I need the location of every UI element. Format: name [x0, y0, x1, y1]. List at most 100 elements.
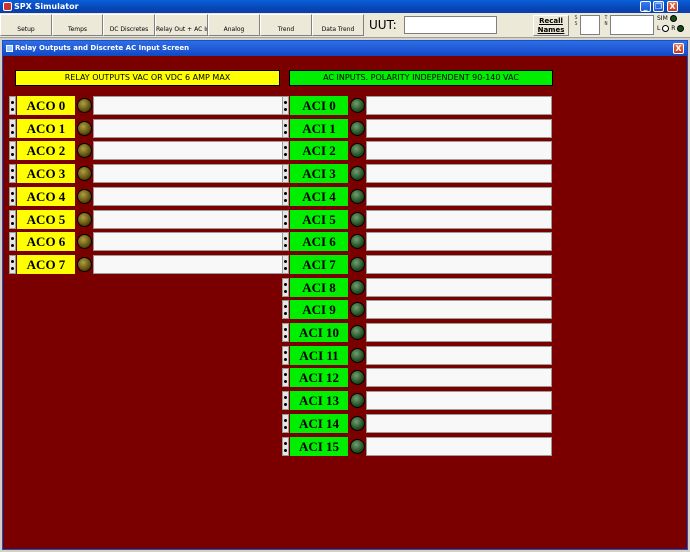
channel-field[interactable]	[366, 436, 552, 456]
window-close-button[interactable]: X	[673, 43, 684, 54]
row-handle-icon[interactable]	[282, 345, 289, 365]
row-handle-icon[interactable]	[282, 118, 289, 138]
status-led-icon[interactable]	[350, 234, 365, 250]
channel-field[interactable]	[366, 141, 552, 161]
close-button[interactable]: X	[667, 1, 678, 12]
status-led-icon[interactable]	[350, 256, 365, 272]
channel-field[interactable]	[366, 391, 552, 411]
dc-discretes-button[interactable]: DC Discretes	[103, 14, 155, 36]
channel-label: ACO 4	[17, 186, 75, 206]
l-label: L	[657, 25, 661, 32]
row-handle-icon[interactable]	[282, 323, 289, 342]
minimize-button[interactable]: _	[640, 1, 651, 12]
row-handle-icon[interactable]	[9, 164, 16, 184]
channel-field[interactable]	[366, 232, 552, 252]
status-led-icon[interactable]	[77, 188, 92, 204]
status-led-icon[interactable]	[350, 438, 365, 454]
row-handle-icon[interactable]	[9, 186, 16, 206]
t-field[interactable]	[610, 15, 654, 35]
row-handle-icon[interactable]	[282, 186, 289, 206]
row-handle-icon[interactable]	[282, 436, 289, 456]
channel-field[interactable]	[366, 118, 552, 138]
status-led-icon[interactable]	[350, 302, 365, 318]
row-handle-icon[interactable]	[282, 141, 289, 161]
row-handle-icon[interactable]	[282, 254, 289, 274]
uut-input[interactable]	[404, 16, 497, 34]
status-led-icon[interactable]	[77, 120, 92, 136]
recall-names-button[interactable]: Recall Names	[533, 15, 569, 36]
channel-field[interactable]	[366, 413, 552, 433]
mini1-label: S S	[574, 15, 578, 27]
maximize-button[interactable]: ❐	[653, 1, 664, 12]
channel-field[interactable]	[366, 323, 552, 342]
row-handle-icon[interactable]	[282, 368, 289, 388]
channel-field[interactable]	[366, 164, 552, 184]
channel-label: ACI 3	[290, 164, 348, 184]
row-handle-icon[interactable]	[282, 277, 289, 297]
row-handle-icon[interactable]	[282, 232, 289, 252]
channel-label: ACI 8	[290, 277, 348, 297]
status-led-icon[interactable]	[350, 143, 365, 159]
status-led-icon[interactable]	[77, 166, 92, 182]
row-handle-icon[interactable]	[9, 118, 16, 138]
channel-label: ACO 5	[17, 209, 75, 229]
status-led-icon[interactable]	[350, 188, 365, 204]
status-led-icon[interactable]	[77, 234, 92, 250]
l-radio[interactable]	[662, 25, 670, 32]
status-led-icon[interactable]	[77, 256, 92, 272]
status-led-icon[interactable]	[350, 393, 365, 409]
status-led-icon[interactable]	[350, 166, 365, 182]
status-led-icon[interactable]	[350, 415, 365, 431]
channel-field[interactable]	[366, 345, 552, 365]
channel-field[interactable]	[366, 254, 552, 274]
channel-field[interactable]	[93, 164, 285, 184]
status-led-icon[interactable]	[350, 98, 365, 113]
row-handle-icon[interactable]	[9, 254, 16, 274]
channel-field[interactable]	[366, 300, 552, 320]
relay-out-ac-in-button[interactable]: Relay Out + AC In	[155, 14, 208, 36]
status-led-icon[interactable]	[77, 98, 92, 113]
row-handle-icon[interactable]	[282, 391, 289, 411]
s-field[interactable]	[580, 15, 600, 35]
channel-field[interactable]	[93, 141, 285, 161]
row-handle-icon[interactable]	[282, 209, 289, 229]
row-handle-icon[interactable]	[282, 413, 289, 433]
channel-label: ACO 6	[17, 232, 75, 252]
analog-button[interactable]: Analog	[208, 14, 260, 36]
channel-field[interactable]	[366, 209, 552, 229]
setup-button[interactable]: Setup	[0, 14, 52, 36]
status-led-icon[interactable]	[350, 279, 365, 295]
row-handle-icon[interactable]	[282, 164, 289, 184]
temps-button[interactable]: Temps	[52, 14, 103, 36]
channel-label: ACI 12	[290, 368, 348, 388]
status-led-icon[interactable]	[350, 347, 365, 363]
app-icon	[3, 2, 12, 11]
channel-field[interactable]	[366, 277, 552, 297]
status-led-icon[interactable]	[350, 211, 365, 227]
channel-field[interactable]	[93, 186, 285, 206]
channel-field[interactable]	[93, 254, 285, 274]
trend-button[interactable]: Trend	[260, 14, 312, 36]
row-handle-icon[interactable]	[9, 141, 16, 161]
row-handle-icon[interactable]	[9, 96, 16, 115]
channel-field[interactable]	[93, 232, 285, 252]
relay-outputs-header: RELAY OUTPUTS VAC OR VDC 6 AMP MAX	[15, 70, 280, 86]
channel-field[interactable]	[366, 186, 552, 206]
status-led-icon[interactable]	[77, 143, 92, 159]
channel-field[interactable]	[366, 368, 552, 388]
data-trend-button[interactable]: Data Trend	[312, 14, 364, 36]
status-led-icon[interactable]	[77, 211, 92, 227]
channel-field[interactable]	[366, 96, 552, 115]
row-handle-icon[interactable]	[9, 232, 16, 252]
channel-field[interactable]	[93, 96, 285, 115]
row-handle-icon[interactable]	[282, 300, 289, 320]
channel-field[interactable]	[93, 209, 285, 229]
status-led-icon[interactable]	[350, 370, 365, 386]
status-led-icon[interactable]	[350, 325, 365, 340]
channel-label: ACI 15	[290, 436, 348, 456]
row-handle-icon[interactable]	[282, 96, 289, 115]
row-handle-icon[interactable]	[9, 209, 16, 229]
channel-field[interactable]	[93, 118, 285, 138]
status-led-icon[interactable]	[350, 120, 365, 136]
r-radio[interactable]	[677, 25, 685, 32]
